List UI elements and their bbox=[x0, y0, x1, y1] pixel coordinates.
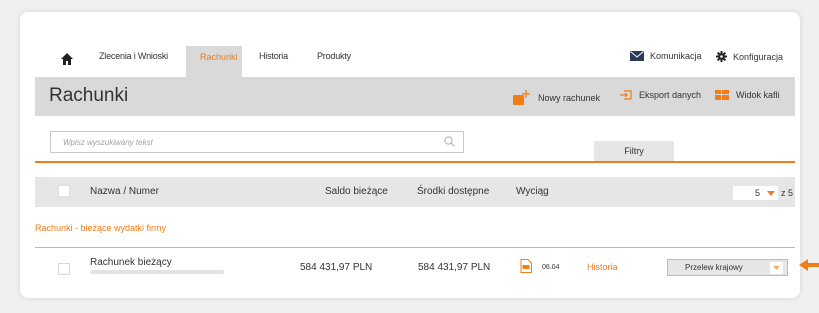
export-label: Eksport danych bbox=[639, 90, 702, 100]
search-input[interactable] bbox=[51, 132, 441, 153]
table-header: Nazwa / Numer Saldo bieżące Środki dostę… bbox=[35, 177, 795, 207]
column-wyciag: Wyciąg bbox=[516, 186, 549, 197]
transfer-dropdown[interactable] bbox=[770, 262, 783, 274]
select-all-checkbox[interactable] bbox=[58, 185, 70, 197]
tab-rachunki[interactable]: Rachunki bbox=[186, 46, 242, 77]
tiles-view-label: Widok kafli bbox=[736, 90, 780, 100]
nav-item-zlecenia[interactable]: Zlecenia i Wnioski bbox=[99, 51, 168, 61]
available-funds-value: 584 431,97 PLN bbox=[418, 262, 491, 273]
new-account-button[interactable]: Nowy rachunek bbox=[513, 90, 600, 106]
nav-item-produkty[interactable]: Produkty bbox=[317, 51, 351, 61]
transfer-select[interactable]: Przelew krajowy bbox=[667, 259, 788, 276]
row-checkbox[interactable] bbox=[58, 263, 70, 275]
export-icon bbox=[620, 90, 632, 100]
nav-konfiguracja[interactable]: Konfiguracja bbox=[716, 51, 783, 62]
section-divider bbox=[35, 247, 795, 248]
nav-item-historia[interactable]: Historia bbox=[259, 51, 288, 61]
tiles-view-button[interactable]: Widok kafli bbox=[715, 90, 780, 100]
home-icon[interactable] bbox=[60, 52, 74, 66]
section-title: Rachunki - bieżące wydatki firmy bbox=[35, 223, 167, 233]
nav-konfiguracja-label: Konfiguracja bbox=[733, 51, 784, 62]
nav-komunikacja-label: Komunikacja bbox=[650, 51, 702, 61]
page-header: Rachunki Nowy rachunek Eksport danych Wi… bbox=[35, 77, 795, 116]
page-size-selector: 5 z 5 bbox=[733, 186, 793, 200]
top-navigation: Zlecenia i Wnioski Rachunki Historia Pro… bbox=[35, 46, 795, 77]
divider bbox=[35, 161, 795, 163]
page-title: Rachunki bbox=[49, 85, 129, 106]
arrow-pointer-icon bbox=[799, 259, 819, 271]
new-account-icon bbox=[513, 90, 530, 105]
envelope-icon bbox=[630, 51, 644, 61]
page-size-value[interactable]: 5 bbox=[733, 186, 764, 200]
page-count: z 5 bbox=[781, 188, 794, 198]
tiles-icon bbox=[715, 90, 729, 100]
balance-value: 584 431,97 PLN bbox=[300, 262, 373, 273]
statement-date: 06.04 bbox=[542, 264, 560, 271]
page-size-dropdown[interactable] bbox=[764, 186, 778, 200]
account-number-redacted bbox=[90, 270, 224, 274]
column-dostepne[interactable]: Środki dostępne bbox=[417, 186, 489, 197]
chevron-down-icon bbox=[767, 190, 775, 196]
new-account-label: Nowy rachunek bbox=[538, 93, 601, 103]
export-button[interactable]: Eksport danych bbox=[620, 90, 701, 100]
nav-komunikacja[interactable]: Komunikacja bbox=[630, 51, 702, 61]
chevron-down-icon bbox=[773, 266, 780, 270]
transfer-select-value: Przelew krajowy bbox=[685, 263, 743, 272]
search-box bbox=[50, 131, 464, 153]
column-saldo[interactable]: Saldo bieżące bbox=[325, 186, 388, 197]
filters-button[interactable]: Filtry bbox=[594, 141, 674, 161]
search-icon[interactable] bbox=[444, 136, 455, 147]
account-name[interactable]: Rachunek bieżący bbox=[90, 257, 172, 268]
history-link[interactable]: Historia bbox=[587, 262, 618, 272]
pdf-icon[interactable] bbox=[520, 259, 532, 273]
gear-icon bbox=[716, 51, 727, 62]
tab-rachunki-label: Rachunki bbox=[200, 52, 238, 62]
column-name[interactable]: Nazwa / Numer bbox=[90, 186, 159, 197]
